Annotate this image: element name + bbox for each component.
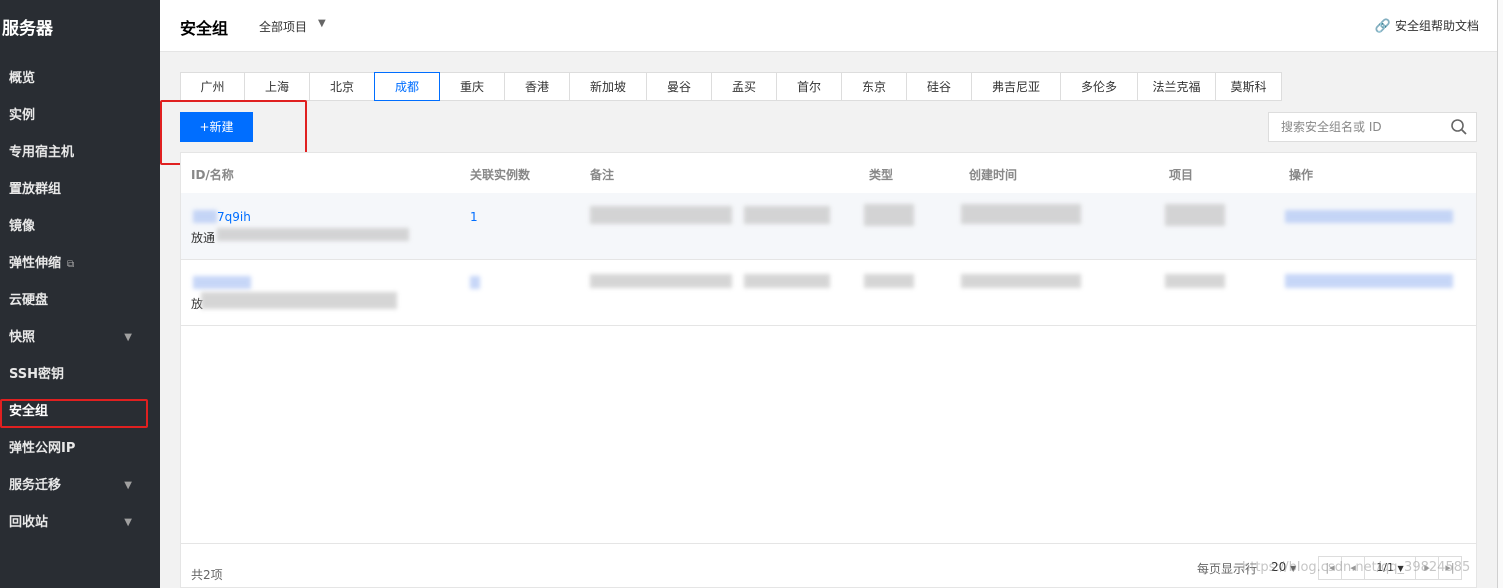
tab-moscow[interactable]: 莫斯科 xyxy=(1215,72,1282,101)
tab-virginia[interactable]: 弗吉尼亚 xyxy=(971,72,1061,101)
sidebar-item-images[interactable]: 镜像 xyxy=(0,208,160,245)
help-link-label: 安全组帮助文档 xyxy=(1394,19,1479,33)
sidebar-item-cloud-disk[interactable]: 云硬盘 xyxy=(0,282,160,319)
sidebar-title: 服务器 xyxy=(2,19,53,39)
redacted-type xyxy=(864,274,914,288)
sidebar-item-overview[interactable]: 概览 xyxy=(0,60,160,97)
tab-guangzhou[interactable]: 广州 xyxy=(180,72,245,101)
redacted-type xyxy=(864,204,914,226)
sidebar: 服务器 概览 实例 专用宿主机 置放群组 镜像 弹性伸缩 ⧉ 云硬盘 快照 ▼ SS… xyxy=(0,0,160,588)
redacted-name xyxy=(201,292,397,309)
column-header: ID/名称 xyxy=(191,168,234,182)
sidebar-item-label: 专用宿主机 xyxy=(9,145,75,160)
sidebar-item-eip[interactable]: 弹性公网IP xyxy=(0,430,160,467)
sidebar-item-label: 弹性伸缩 xyxy=(9,256,62,271)
region-tabs: 广州 上海 北京 成都 重庆 香港 新加坡 曼谷 孟买 首尔 东京 硅谷 弗吉尼… xyxy=(180,72,1282,101)
tab-beijing[interactable]: 北京 xyxy=(309,72,375,101)
column-header: 关联实例数 xyxy=(470,168,531,182)
column-header: 操作 xyxy=(1289,168,1314,182)
redacted-time xyxy=(961,204,1081,224)
sidebar-item-autoscaling[interactable]: 弹性伸缩 ⧉ xyxy=(0,245,160,282)
redacted-actions[interactable] xyxy=(1285,210,1453,223)
tab-mumbai[interactable]: 孟买 xyxy=(711,72,777,101)
tab-shanghai[interactable]: 上海 xyxy=(244,72,310,101)
scrollbar[interactable] xyxy=(1497,0,1503,588)
security-group-name: 放通 xyxy=(191,231,216,245)
redacted-remark xyxy=(744,274,830,288)
redacted-remark xyxy=(590,206,732,224)
table-header: ID/名称 关联实例数 备注 类型 创建时间 项目 操作 xyxy=(181,153,1476,194)
sidebar-item-label: 镜像 xyxy=(9,219,36,234)
watermark: https://blog.csdn.net/qq_39824585 xyxy=(1242,560,1471,575)
link-icon: 🔗 xyxy=(1374,19,1391,34)
redacted-remark xyxy=(744,206,830,224)
chevron-down-icon: ▼ xyxy=(124,480,132,491)
column-header: 项目 xyxy=(1169,168,1194,182)
column-header: 创建时间 xyxy=(969,168,1018,182)
tab-chongqing[interactable]: 重庆 xyxy=(439,72,505,101)
sidebar-item-label: 服务迁移 xyxy=(9,478,62,493)
help-link[interactable]: 🔗 安全组帮助文档 xyxy=(1375,17,1479,34)
sidebar-item-label: 回收站 xyxy=(9,515,49,530)
project-selector[interactable]: 全部项目 xyxy=(259,18,307,35)
sidebar-item-dedicated-host[interactable]: 专用宿主机 xyxy=(0,134,160,171)
column-header: 类型 xyxy=(869,168,894,182)
security-group-table: ID/名称 关联实例数 备注 类型 创建时间 项目 操作 7q9ih 放通 1 … xyxy=(180,152,1477,588)
sidebar-item-label: 概览 xyxy=(9,71,36,86)
search-icon[interactable] xyxy=(1450,118,1468,136)
sidebar-item-snapshots[interactable]: 快照 ▼ xyxy=(0,319,160,356)
chevron-down-icon[interactable]: ▼ xyxy=(318,18,326,29)
redacted-actions[interactable] xyxy=(1285,274,1453,288)
redacted-id[interactable] xyxy=(193,276,251,289)
redacted-count[interactable] xyxy=(470,276,480,289)
redacted-project xyxy=(1165,274,1225,288)
sidebar-item-migration[interactable]: 服务迁移 ▼ xyxy=(0,467,160,504)
sidebar-item-label: SSH密钥 xyxy=(9,367,65,382)
tab-toronto[interactable]: 多伦多 xyxy=(1060,72,1138,101)
tab-bangkok[interactable]: 曼谷 xyxy=(646,72,712,101)
security-group-id[interactable]: 7q9ih xyxy=(217,210,251,224)
redacted-time xyxy=(961,274,1081,288)
tab-silicon-valley[interactable]: 硅谷 xyxy=(906,72,972,101)
external-link-icon: ⧉ xyxy=(67,259,75,270)
tab-chengdu[interactable]: 成都 xyxy=(374,72,440,101)
sidebar-item-recycle-bin[interactable]: 回收站 ▼ xyxy=(0,504,160,541)
search-input[interactable] xyxy=(1279,119,1453,135)
redacted-remark xyxy=(590,274,732,288)
tab-seoul[interactable]: 首尔 xyxy=(776,72,842,101)
sidebar-item-label: 实例 xyxy=(9,108,36,123)
chevron-down-icon: ▼ xyxy=(124,517,132,528)
redacted-id xyxy=(193,210,217,223)
chevron-down-icon: ▼ xyxy=(124,332,132,343)
redacted-name xyxy=(217,228,409,241)
highlight-box xyxy=(0,399,148,428)
table-row[interactable]: 放 xyxy=(181,259,1476,326)
redacted-project xyxy=(1165,204,1225,226)
tab-hongkong[interactable]: 香港 xyxy=(504,72,570,101)
page-title: 安全组 xyxy=(180,19,229,38)
column-header: 备注 xyxy=(590,168,615,182)
sidebar-item-ssh-keys[interactable]: SSH密钥 xyxy=(0,356,160,393)
tab-frankfurt[interactable]: 法兰克福 xyxy=(1137,72,1216,101)
sidebar-item-placement-group[interactable]: 置放群组 xyxy=(0,171,160,208)
sidebar-item-label: 云硬盘 xyxy=(9,293,49,308)
sidebar-item-label: 弹性公网IP xyxy=(9,441,76,456)
sidebar-item-instances[interactable]: 实例 xyxy=(0,97,160,134)
sidebar-item-label: 置放群组 xyxy=(9,182,62,197)
sidebar-item-label: 快照 xyxy=(9,330,36,345)
table-row[interactable]: 7q9ih 放通 1 xyxy=(181,193,1476,260)
page-header: 安全组 全部项目 ▼ 🔗 安全组帮助文档 xyxy=(160,0,1497,52)
instance-count[interactable]: 1 xyxy=(470,210,478,224)
search-box[interactable] xyxy=(1268,112,1477,142)
tab-tokyo[interactable]: 东京 xyxy=(841,72,907,101)
tab-singapore[interactable]: 新加坡 xyxy=(569,72,647,101)
total-count: 共2项 xyxy=(191,568,223,582)
